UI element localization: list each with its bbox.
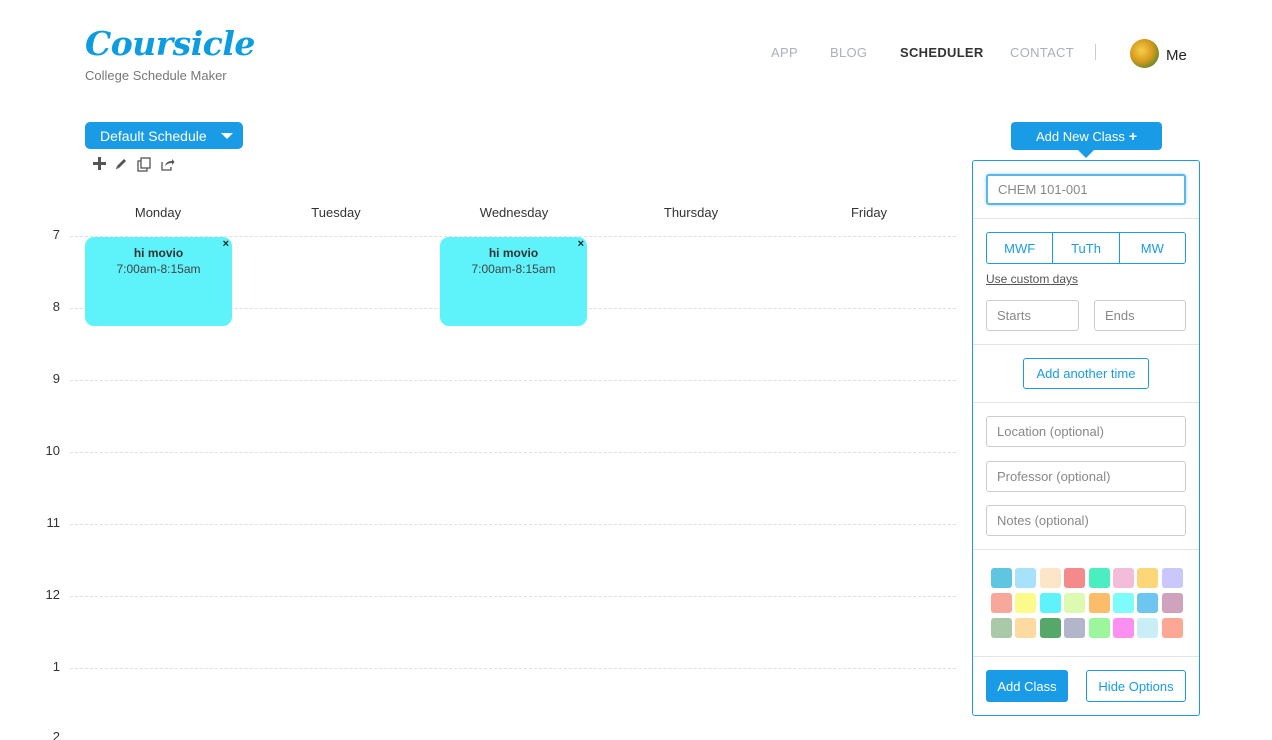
color-swatch[interactable]	[1137, 568, 1159, 588]
class-name-input[interactable]	[986, 174, 1186, 205]
nav-blog[interactable]: BLOG	[830, 45, 867, 60]
hide-options-button[interactable]: Hide Options	[1086, 670, 1186, 702]
color-swatch[interactable]	[991, 568, 1012, 588]
color-swatch[interactable]	[991, 618, 1012, 638]
nav-scheduler[interactable]: SCHEDULER	[900, 45, 984, 60]
hour-label: 7	[52, 227, 60, 242]
color-swatch[interactable]	[1064, 618, 1086, 638]
panel-divider	[973, 218, 1199, 219]
color-swatch[interactable]	[1113, 618, 1134, 638]
hour-label: 9	[52, 371, 60, 386]
color-swatch[interactable]	[1088, 568, 1110, 588]
day-header-thursday: Thursday	[663, 205, 719, 220]
color-swatch[interactable]	[1039, 593, 1061, 613]
hour-gridline	[70, 668, 956, 669]
add-new-class-button[interactable]: Add New Class +	[1011, 122, 1162, 150]
color-swatch[interactable]	[1015, 593, 1037, 613]
custom-days-link[interactable]: Use custom days	[986, 272, 1078, 286]
color-swatch[interactable]	[1161, 618, 1183, 638]
day-header-friday: Friday	[850, 205, 888, 220]
user-menu-label[interactable]: Me	[1166, 47, 1187, 64]
hour-label: 12	[45, 587, 60, 602]
color-swatch[interactable]	[1039, 618, 1061, 638]
notes-input[interactable]	[986, 505, 1186, 536]
hour-label: 10	[45, 443, 60, 458]
hour-gridline	[70, 452, 956, 453]
day-pattern-selector: MWF TuTh MW	[986, 232, 1186, 264]
schedule-dropdown[interactable]: Default Schedule	[85, 122, 243, 149]
copy-icon[interactable]	[136, 157, 152, 173]
color-swatch[interactable]	[1064, 593, 1086, 613]
plus-icon: +	[1128, 128, 1138, 144]
days-mw-button[interactable]: MW	[1120, 233, 1185, 263]
location-input[interactable]	[986, 416, 1186, 447]
plus-icon[interactable]	[91, 157, 107, 173]
hour-gridline	[70, 524, 956, 525]
day-header-wednesday: Wednesday	[479, 205, 549, 220]
tagline: College Schedule Maker	[85, 68, 227, 83]
coursicle-logo[interactable]: Coursicle	[85, 24, 255, 63]
color-swatch[interactable]	[991, 593, 1012, 613]
start-time-input[interactable]	[986, 300, 1079, 331]
color-swatch[interactable]	[1039, 568, 1061, 588]
panel-divider	[973, 549, 1199, 550]
caret-down-icon	[221, 133, 233, 139]
schedule-name: Default Schedule	[100, 127, 207, 144]
day-header-tuesday: Tuesday	[311, 205, 361, 220]
nav-separator	[1095, 44, 1096, 60]
color-swatch[interactable]	[1137, 593, 1159, 613]
nav-contact[interactable]: CONTACT	[1010, 45, 1074, 60]
panel-divider	[973, 344, 1199, 345]
color-swatch[interactable]	[1088, 593, 1110, 613]
color-swatch[interactable]	[1113, 568, 1134, 588]
hour-label: 2	[52, 729, 60, 740]
color-swatch[interactable]	[1161, 593, 1183, 613]
class-event-wednesday[interactable]: hi movio 7:00am-8:15am ×	[440, 237, 587, 326]
add-another-time-button[interactable]: Add another time	[1023, 358, 1149, 389]
add-class-button[interactable]: Add Class	[986, 670, 1068, 702]
pencil-icon[interactable]	[113, 157, 129, 173]
event-time: 7:00am-8:15am	[471, 262, 556, 276]
close-icon[interactable]: ×	[578, 238, 584, 250]
days-mwf-button[interactable]: MWF	[987, 233, 1054, 263]
days-tuth-button[interactable]: TuTh	[1053, 233, 1120, 263]
share-icon[interactable]	[159, 157, 175, 173]
nav-app[interactable]: APP	[771, 45, 798, 60]
hour-label: 8	[52, 299, 60, 314]
color-swatch[interactable]	[1088, 618, 1110, 638]
add-new-class-label: Add New Class	[1035, 128, 1125, 144]
color-swatch[interactable]	[1064, 568, 1086, 588]
close-icon[interactable]: ×	[223, 238, 229, 250]
user-avatar[interactable]	[1130, 39, 1159, 68]
color-swatch[interactable]	[1113, 593, 1134, 613]
hour-label: 11	[46, 515, 61, 530]
color-swatch[interactable]	[1015, 618, 1037, 638]
hour-gridline	[70, 380, 956, 381]
color-swatch[interactable]	[1137, 618, 1159, 638]
event-title: hi movio	[133, 246, 184, 260]
hour-gridline	[70, 596, 956, 597]
color-swatch[interactable]	[1161, 568, 1183, 588]
professor-input[interactable]	[986, 461, 1186, 492]
panel-divider	[973, 656, 1199, 657]
color-swatch[interactable]	[1015, 568, 1037, 588]
class-event-monday[interactable]: hi movio 7:00am-8:15am ×	[85, 237, 232, 326]
hour-label: 1	[52, 659, 60, 674]
event-time: 7:00am-8:15am	[116, 262, 201, 276]
panel-divider	[973, 402, 1199, 403]
event-title: hi movio	[488, 246, 539, 260]
panel-pointer	[1078, 150, 1094, 158]
day-header-monday: Monday	[134, 205, 182, 220]
end-time-input[interactable]	[1094, 300, 1186, 331]
